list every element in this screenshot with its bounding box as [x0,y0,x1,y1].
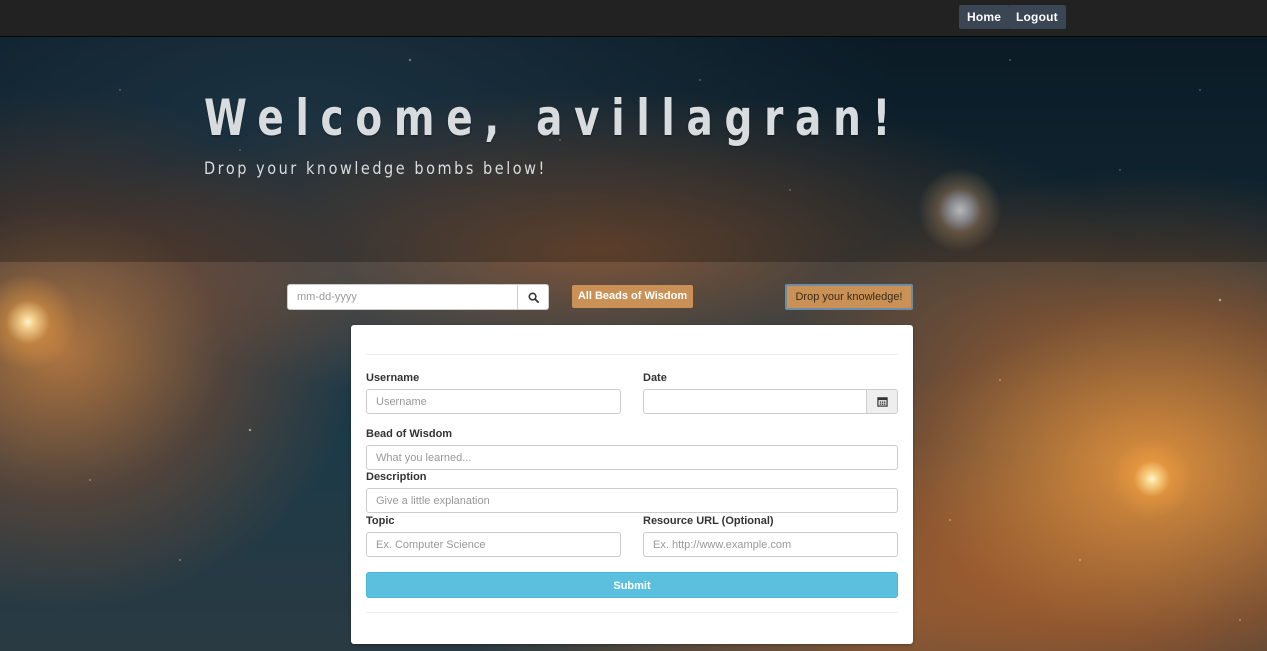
date-search-group [287,284,549,310]
date-search-input[interactable] [287,284,519,310]
hero-banner: Welcome, avillagran! Drop your knowledge… [0,37,1267,262]
date-input[interactable] [643,389,867,414]
drop-knowledge-button[interactable]: Drop your knowledge! [785,284,913,310]
date-label: Date [643,372,667,384]
description-label: Description [366,471,427,483]
topic-label: Topic [366,515,395,527]
page-title: Welcome, avillagran! [204,89,903,147]
calendar-button[interactable] [866,389,898,414]
username-input[interactable] [366,389,621,414]
all-beads-button[interactable]: All Beads of Wisdom [572,285,693,308]
top-navbar: Home Logout [0,0,1267,37]
home-button[interactable]: Home [959,5,1010,29]
page-subtitle: Drop your knowledge bombs below! [204,159,547,179]
username-label: Username [366,372,420,384]
divider [366,354,898,355]
submit-button[interactable]: Submit [366,572,898,598]
resource-url-label: Resource URL (Optional) [643,515,774,527]
calendar-icon [876,397,888,407]
search-button[interactable] [518,284,549,310]
topic-input[interactable] [366,532,621,557]
knowledge-form-panel: Username Date Bead of Wisdom Description… [351,325,913,644]
bead-input[interactable] [366,445,898,470]
description-input[interactable] [366,488,898,513]
resource-url-input[interactable] [643,532,898,557]
divider [366,612,898,613]
search-icon [528,292,539,303]
bead-label: Bead of Wisdom [366,428,453,440]
logout-button[interactable]: Logout [1008,5,1066,29]
